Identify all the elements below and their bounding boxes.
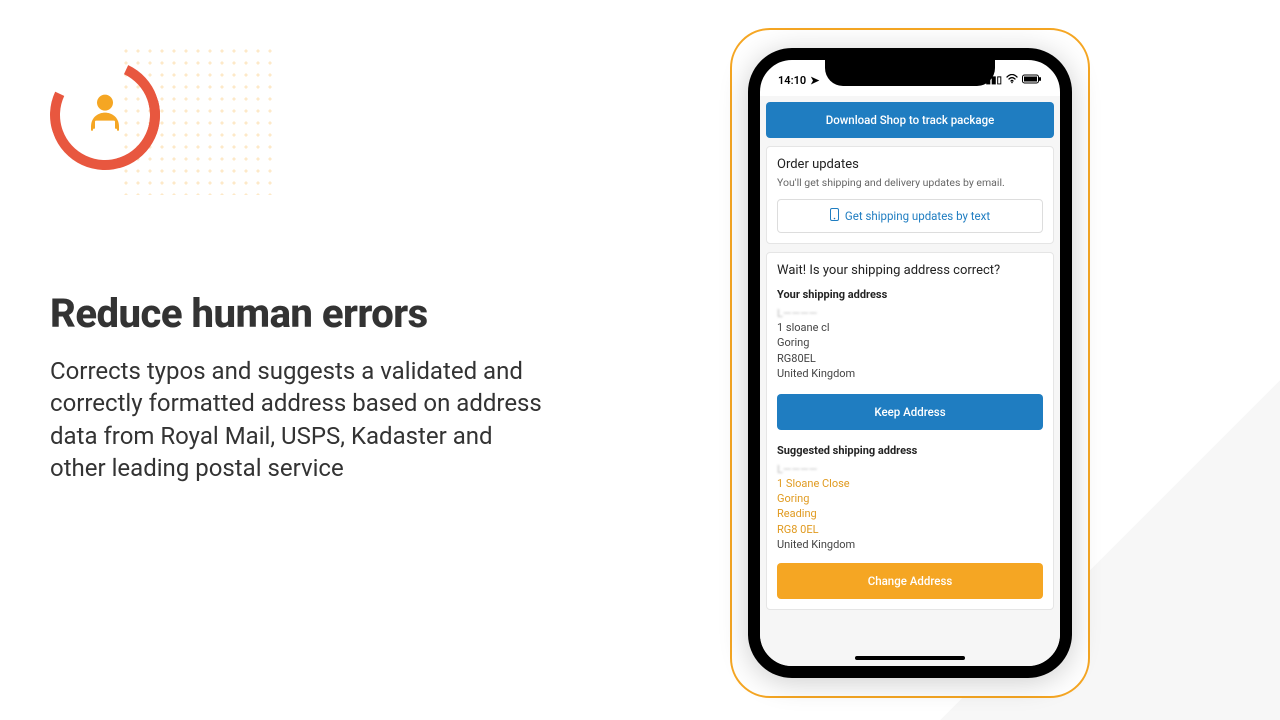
headline: Reduce human errors bbox=[50, 290, 550, 337]
your-address-label: Your shipping address bbox=[777, 288, 1043, 301]
left-column: Reduce human errors Corrects typos and s… bbox=[50, 60, 550, 485]
address-validation-card: Wait! Is your shipping address correct? … bbox=[766, 252, 1054, 610]
order-updates-card: Order updates You'll get shipping and de… bbox=[766, 146, 1054, 244]
validation-title: Wait! Is your shipping address correct? bbox=[777, 263, 1043, 278]
suggested-address-region: Reading bbox=[777, 506, 1043, 521]
feature-icon-badge bbox=[50, 60, 160, 170]
status-time: 14:10 bbox=[778, 74, 806, 87]
person-laptop-icon bbox=[81, 89, 129, 137]
suggested-address-country: United Kingdom bbox=[777, 537, 1043, 552]
home-indicator bbox=[855, 656, 965, 660]
battery-icon bbox=[1022, 74, 1042, 87]
get-updates-label: Get shipping updates by text bbox=[845, 209, 990, 223]
phone-screen: Download Shop to track package Order upd… bbox=[760, 96, 1060, 666]
suggested-address-city: Goring bbox=[777, 491, 1043, 506]
suggested-address-label: Suggested shipping address bbox=[777, 444, 1043, 457]
your-address-line1: 1 sloane cl bbox=[777, 320, 1043, 335]
suggested-address-line1: 1 Sloane Close bbox=[777, 476, 1043, 491]
suggested-address-name: L———— bbox=[777, 463, 1043, 476]
location-icon: ➤ bbox=[810, 74, 819, 87]
order-updates-title: Order updates bbox=[777, 157, 1043, 172]
phone-notch bbox=[825, 60, 995, 86]
body-copy: Corrects typos and suggests a validated … bbox=[50, 355, 550, 485]
change-address-button[interactable]: Change Address bbox=[777, 563, 1043, 599]
your-address-name: L———— bbox=[777, 307, 1043, 320]
order-updates-subtitle: You'll get shipping and delivery updates… bbox=[777, 176, 1043, 189]
mobile-icon bbox=[830, 208, 839, 224]
wifi-icon bbox=[1006, 74, 1018, 87]
your-address-city: Goring bbox=[777, 335, 1043, 350]
get-updates-by-text-button[interactable]: Get shipping updates by text bbox=[777, 199, 1043, 233]
phone-body: 14:10 ➤ ▮▮▯ Download Shop to track packa… bbox=[748, 48, 1072, 678]
your-address-country: United Kingdom bbox=[777, 366, 1043, 381]
download-shop-button[interactable]: Download Shop to track package bbox=[766, 102, 1054, 138]
phone-frame: 14:10 ➤ ▮▮▯ Download Shop to track packa… bbox=[730, 28, 1090, 698]
your-address-postcode: RG80EL bbox=[777, 351, 1043, 366]
keep-address-button[interactable]: Keep Address bbox=[777, 394, 1043, 430]
suggested-address-postcode: RG8 0EL bbox=[777, 522, 1043, 537]
